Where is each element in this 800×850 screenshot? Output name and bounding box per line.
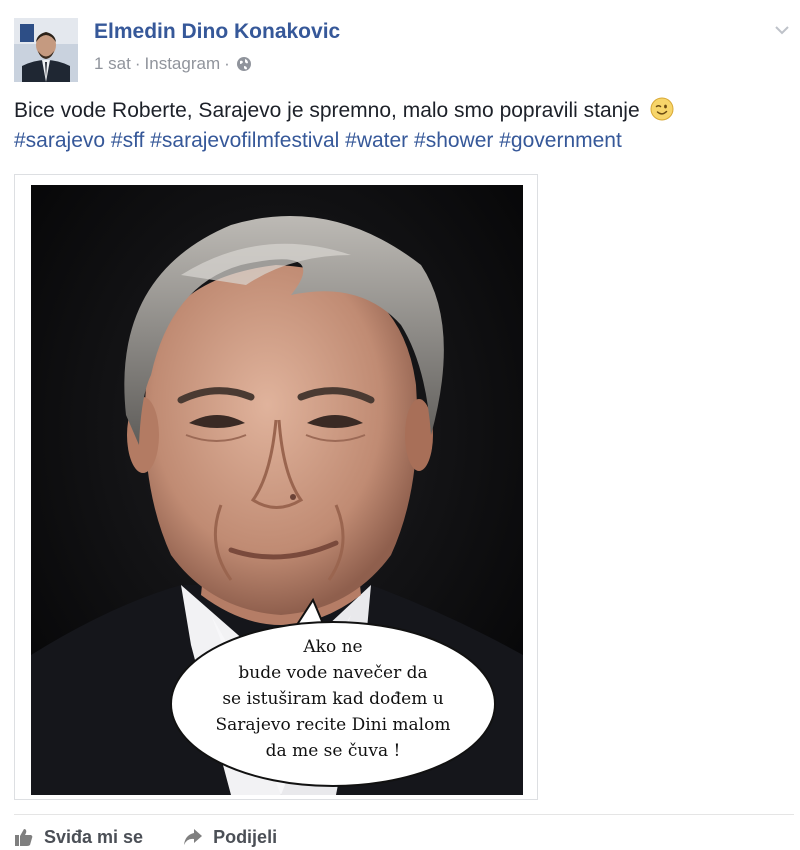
chevron-down-icon[interactable] xyxy=(772,20,792,40)
post-actions: Sviđa mi se Podijeli xyxy=(14,824,277,850)
globe-icon[interactable] xyxy=(236,56,252,72)
post-header: Elmedin Dino Konakovic 1 sat · Instagram… xyxy=(14,14,794,84)
avatar[interactable] xyxy=(14,18,78,82)
avatar-image xyxy=(14,18,78,82)
bubble-line: se istuširam kad dođem u xyxy=(222,689,443,709)
post-source[interactable]: Instagram xyxy=(145,54,221,74)
share-arrow-icon xyxy=(184,829,203,845)
post-meta: 1 sat · Instagram · xyxy=(94,54,252,74)
wink-emoji-icon xyxy=(650,97,673,121)
portrait-illustration: Ako ne bude vode navečer da se istuširam… xyxy=(31,185,523,795)
hashtag[interactable]: #water xyxy=(345,129,408,152)
like-button[interactable]: Sviđa mi se xyxy=(14,824,143,850)
bubble-line: Ako ne xyxy=(302,637,362,657)
share-label: Podijeli xyxy=(213,826,278,847)
bubble-line: bude vode navečer da xyxy=(238,663,427,683)
hashtag[interactable]: #shower xyxy=(414,129,493,152)
share-button[interactable]: Podijeli xyxy=(183,824,277,850)
bubble-line: da me se čuva ! xyxy=(266,741,401,761)
meta-separator: · xyxy=(224,54,230,73)
post-message: Bice vode Roberte, Sarajevo je spremno, … xyxy=(14,99,640,122)
hashtag[interactable]: #sarajevo xyxy=(14,129,105,152)
hashtag[interactable]: #government xyxy=(499,129,622,152)
hashtag[interactable]: #sarajevofilmfestival xyxy=(150,129,339,152)
thumbs-up-icon xyxy=(15,829,33,846)
author-name[interactable]: Elmedin Dino Konakovic xyxy=(94,20,340,44)
hashtag[interactable]: #sff xyxy=(111,129,144,152)
meta-separator: · xyxy=(134,54,141,73)
hashtag-list: #sarajevo #sff #sarajevofilmfestival #wa… xyxy=(14,129,622,152)
post-time[interactable]: 1 sat xyxy=(94,54,131,74)
post-photo-frame[interactable]: Ako ne bude vode navečer da se istuširam… xyxy=(14,174,538,800)
bubble-line: Sarajevo recite Dini malom xyxy=(216,715,451,735)
like-label: Sviđa mi se xyxy=(44,826,144,847)
post-photo[interactable]: Ako ne bude vode navečer da se istuširam… xyxy=(31,185,523,795)
actions-divider xyxy=(14,814,794,815)
post-text: Bice vode Roberte, Sarajevo je spremno, … xyxy=(14,96,774,156)
